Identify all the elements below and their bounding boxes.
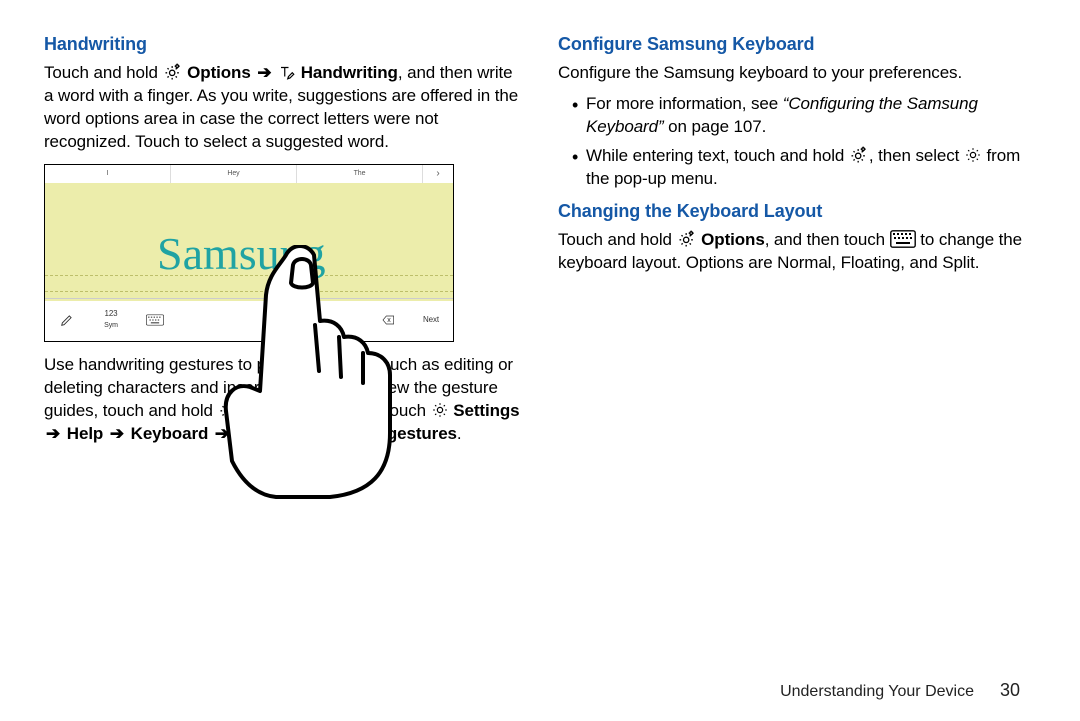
options-label: Options xyxy=(701,230,765,249)
finger-illustration xyxy=(223,245,403,505)
suggestion-2: Hey xyxy=(171,165,297,183)
left-column: Handwriting Touch and hold Options ➔ Han… xyxy=(44,32,522,680)
heading-configure: Configure Samsung Keyboard xyxy=(558,32,1036,56)
gear-icon xyxy=(677,229,697,249)
help-label: Help xyxy=(67,424,103,443)
bullet-popup: While entering text, touch and hold , th… xyxy=(572,145,1036,191)
configure-intro: Configure the Samsung keyboard to your p… xyxy=(558,62,1036,85)
layout-paragraph: Touch and hold Options, and then touch t… xyxy=(558,229,1036,275)
gear-icon xyxy=(849,145,869,165)
suggestion-1: I xyxy=(45,165,171,183)
page-footer: Understanding Your Device 30 xyxy=(0,680,1080,721)
handwriting-intro: Touch and hold Options ➔ Handwriting, an… xyxy=(44,62,522,154)
gear-icon xyxy=(964,146,982,164)
suggestion-more: › xyxy=(423,165,453,183)
footer-section: Understanding Your Device xyxy=(780,683,974,701)
keyboard-layout-icon xyxy=(890,230,916,248)
options-label: Options xyxy=(187,63,251,82)
handwriting-label: Handwriting xyxy=(301,63,398,82)
text: Touch and hold xyxy=(44,63,163,82)
keyboard-label: Keyboard xyxy=(131,424,209,443)
heading-handwriting: Handwriting xyxy=(44,32,522,56)
kbd-key xyxy=(133,299,177,341)
right-column: Configure Samsung Keyboard Configure the… xyxy=(558,32,1036,680)
next-key: Next xyxy=(409,299,453,341)
bullet-more-info: For more information, see “Configuring t… xyxy=(572,93,1036,139)
page-number: 30 xyxy=(1000,680,1020,701)
sym-key: 123 Sym xyxy=(89,299,133,341)
arrow-icon: ➔ xyxy=(255,63,273,82)
suggestion-bar: I Hey The › xyxy=(45,165,453,184)
gear-icon xyxy=(431,401,449,419)
settings-label: Settings xyxy=(453,401,519,420)
heading-layout: Changing the Keyboard Layout xyxy=(558,199,1036,223)
configure-bullets: For more information, see “Configuring t… xyxy=(558,93,1036,191)
pen-key xyxy=(45,299,89,341)
arrow-icon: ➔ xyxy=(44,424,62,443)
suggestion-3: The xyxy=(297,165,423,183)
arrow-icon: ➔ xyxy=(108,424,126,443)
t-pen-icon xyxy=(278,63,296,81)
gear-icon xyxy=(163,62,183,82)
handwriting-figure: I Hey The › Samsung 123 Sym xyxy=(44,164,454,342)
